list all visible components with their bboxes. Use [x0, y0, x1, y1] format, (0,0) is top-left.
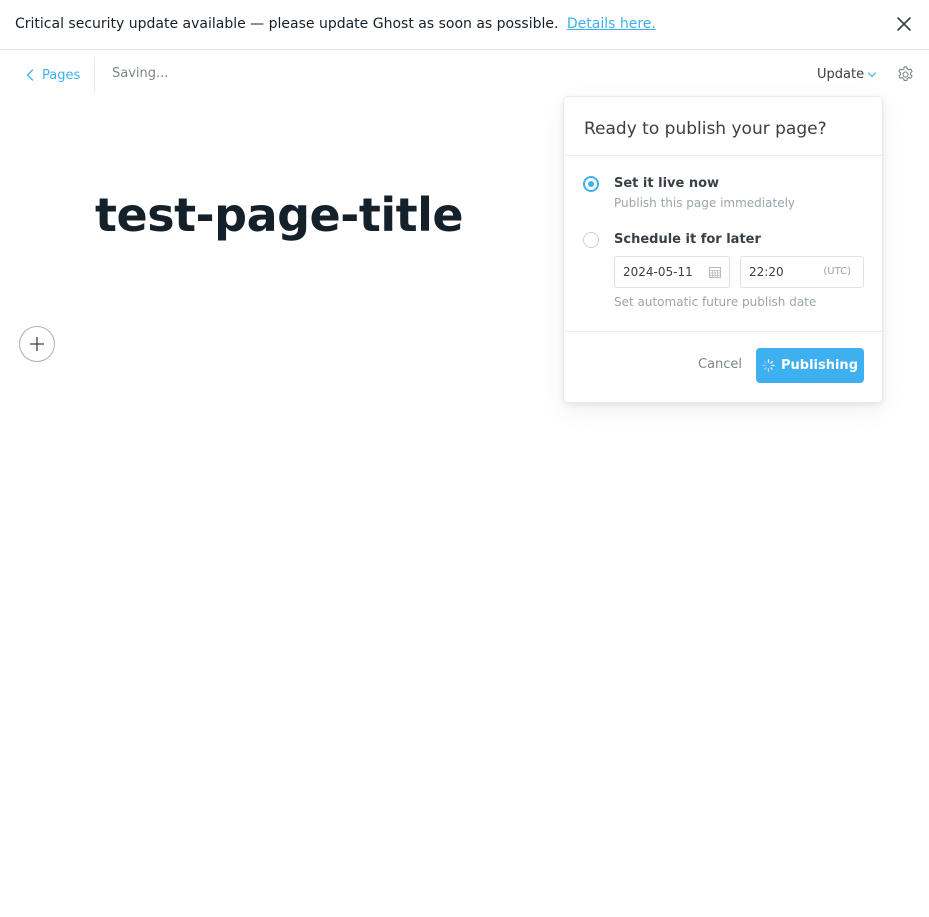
- schedule-later-label[interactable]: Schedule it for later: [614, 232, 761, 247]
- schedule-hint: Set automatic future publish date: [614, 295, 817, 309]
- back-to-pages-link[interactable]: Pages: [26, 66, 80, 84]
- back-link-label: Pages: [42, 67, 81, 83]
- close-icon: [897, 17, 911, 31]
- calendar-icon: [709, 267, 721, 278]
- update-label: Update: [817, 67, 865, 82]
- publish-popover-title: Ready to publish your page?: [584, 119, 827, 139]
- publish-time-value: 22:20: [749, 265, 784, 279]
- banner-close-button[interactable]: [895, 15, 913, 33]
- schedule-later-radio[interactable]: [583, 232, 599, 248]
- plus-icon: [30, 337, 44, 351]
- settings-button[interactable]: [896, 65, 915, 84]
- publish-button-label: Publishing: [780, 358, 858, 373]
- publish-date-input[interactable]: 2024-05-11: [614, 256, 730, 288]
- banner-message-wrap: Critical security update available — ple…: [15, 16, 656, 32]
- cancel-button[interactable]: Cancel: [698, 357, 742, 372]
- page-title[interactable]: test-page-title: [95, 188, 464, 242]
- timezone-label: (UTC): [823, 266, 851, 277]
- publish-button[interactable]: Publishing: [756, 348, 864, 383]
- publish-now-description: Publish this page immediately: [614, 196, 796, 210]
- publish-popover: Ready to publish your page? Set it live …: [563, 96, 884, 403]
- publish-now-radio[interactable]: [583, 176, 599, 192]
- banner-details-link[interactable]: Details here.: [567, 16, 656, 32]
- publish-date-value: 2024-05-11: [623, 265, 693, 279]
- chevron-left-icon: [26, 69, 34, 81]
- save-status: Saving...: [112, 66, 169, 81]
- publish-now-label[interactable]: Set it live now: [614, 176, 719, 191]
- popover-divider-bottom: [564, 331, 884, 332]
- chevron-down-icon: [867, 71, 877, 77]
- security-banner: Critical security update available — ple…: [0, 0, 929, 50]
- spinner-icon: [762, 359, 775, 372]
- nav-divider: [94, 57, 95, 92]
- add-card-button[interactable]: [19, 326, 55, 362]
- update-dropdown-trigger[interactable]: Update: [817, 67, 877, 82]
- banner-message: Critical security update available — ple…: [15, 16, 559, 32]
- gear-icon: [898, 66, 913, 81]
- popover-divider-top: [564, 155, 884, 156]
- publish-time-input[interactable]: 22:20 (UTC): [740, 256, 864, 288]
